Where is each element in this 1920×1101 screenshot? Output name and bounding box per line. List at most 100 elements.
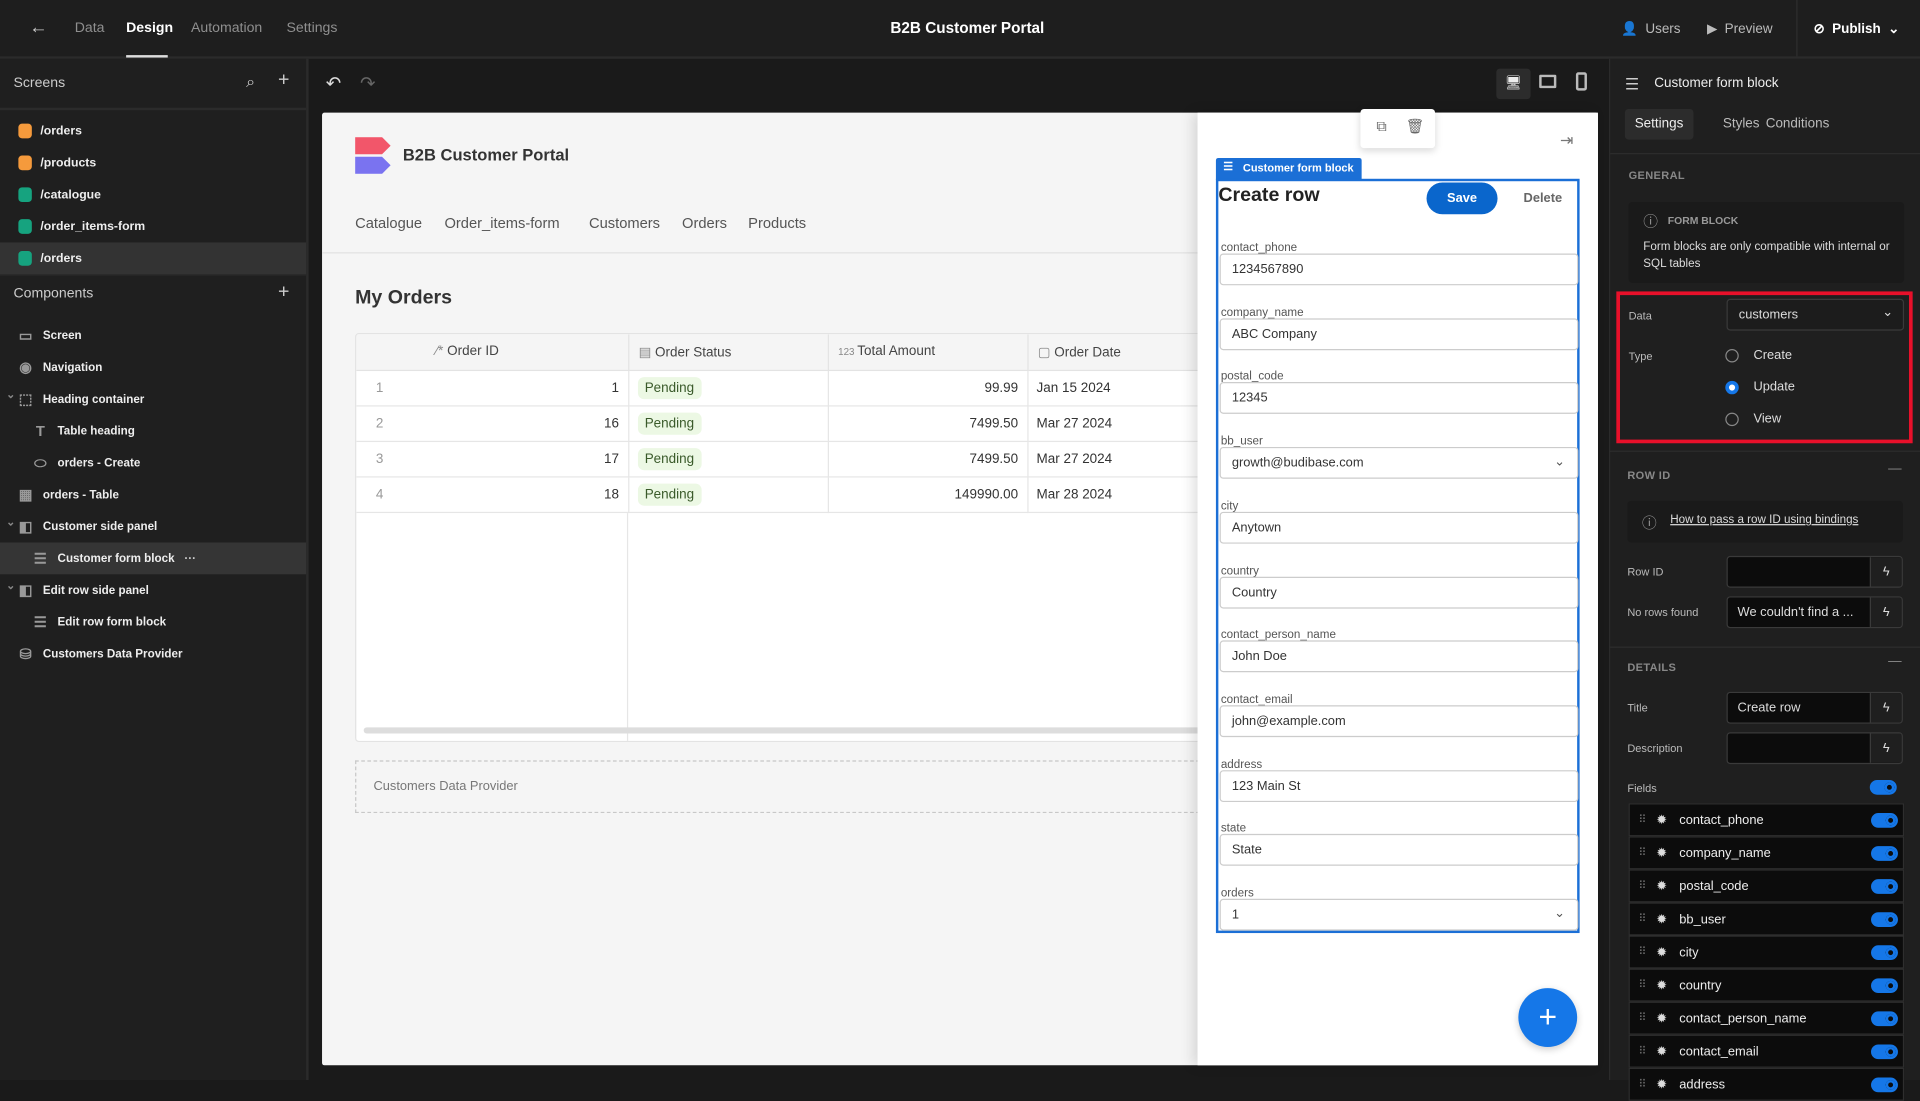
- row-id-help-link[interactable]: How to pass a row ID using bindings: [1670, 513, 1858, 526]
- drag-handle-icon[interactable]: ⠿: [1638, 912, 1646, 925]
- address-input[interactable]: 123 Main St: [1219, 769, 1579, 802]
- undo-icon[interactable]: ↶: [326, 72, 341, 94]
- drag-handle-icon[interactable]: ⠿: [1638, 1011, 1646, 1024]
- table-row[interactable]: 1 1 Pending 99.99 Jan 15 2024: [356, 369, 1212, 406]
- company-name-input[interactable]: ABC Company: [1219, 317, 1579, 350]
- field-toggle[interactable]: [1871, 912, 1898, 927]
- duplicate-icon[interactable]: ⧉: [1376, 118, 1387, 136]
- component-tree-item[interactable]: ⌄ ◧ Edit row side panel: [0, 574, 306, 606]
- tab-conditions[interactable]: Conditions: [1756, 109, 1839, 140]
- column-header-total-amount[interactable]: 123 Total Amount: [827, 334, 1028, 371]
- data-provider-placeholder[interactable]: Customers Data Provider: [355, 760, 1237, 814]
- component-tree-item[interactable]: ▦ orders - Table: [0, 479, 306, 511]
- drag-handle-icon[interactable]: ⠿: [1638, 945, 1646, 958]
- contact-phone-input[interactable]: 1234567890: [1219, 253, 1579, 286]
- gear-icon[interactable]: ✹: [1656, 1011, 1667, 1026]
- field-row[interactable]: ⠿ ✹ bb_user: [1628, 902, 1905, 936]
- field-row[interactable]: ⠿ ✹ postal_code: [1628, 869, 1905, 903]
- screen-item[interactable]: /orders: [0, 115, 306, 147]
- gear-icon[interactable]: ✹: [1656, 1044, 1667, 1059]
- component-tree-item[interactable]: ⌄ ◧ Customer side panel: [0, 511, 306, 543]
- lightning-bolt-icon[interactable]: ϟ: [1869, 597, 1902, 627]
- lightning-bolt-icon[interactable]: ϟ: [1869, 693, 1902, 723]
- nav-link-catalogue[interactable]: Catalogue: [355, 214, 422, 231]
- column-header-order-date[interactable]: ▢ Order Date: [1027, 334, 1212, 371]
- screen-item[interactable]: /orders: [0, 242, 307, 275]
- nav-link-products[interactable]: Products: [748, 214, 806, 231]
- screen-item[interactable]: /order_items-form: [0, 211, 306, 243]
- customer-form-block[interactable]: Create row Save Delete contact_phone 1234…: [1215, 178, 1580, 934]
- table-row[interactable]: 3 17 Pending 7499.50 Mar 27 2024: [356, 440, 1212, 477]
- save-button[interactable]: Save: [1426, 182, 1498, 215]
- tablet-view-icon[interactable]: [1539, 74, 1557, 89]
- component-tree-item[interactable]: ☰ Edit row form block: [0, 606, 306, 638]
- lightning-bolt-icon[interactable]: ϟ: [1869, 557, 1902, 587]
- bb-user-select[interactable]: growth@budibase.com ⌄: [1219, 447, 1579, 479]
- collapse-icon[interactable]: —: [1888, 462, 1901, 477]
- description-input[interactable]: ϟ: [1726, 732, 1903, 765]
- component-tree-item[interactable]: ☰ Customer form block ···: [0, 542, 307, 575]
- expand-chevron-icon[interactable]: ⌄: [6, 388, 15, 401]
- field-toggle[interactable]: [1871, 846, 1898, 861]
- drag-handle-icon[interactable]: ⠿: [1638, 1044, 1646, 1057]
- field-row[interactable]: ⠿ ✹ company_name: [1628, 836, 1905, 870]
- contact-email-input[interactable]: john@example.com: [1219, 705, 1579, 738]
- field-toggle[interactable]: [1871, 1011, 1898, 1027]
- field-toggle[interactable]: [1871, 1044, 1898, 1060]
- redo-icon[interactable]: ↷: [360, 72, 375, 94]
- title-input[interactable]: Create row ϟ: [1726, 691, 1903, 724]
- field-row[interactable]: ⠿ ✹ contact_email: [1628, 1034, 1905, 1068]
- collapse-icon[interactable]: —: [1888, 654, 1901, 669]
- component-tree-item[interactable]: ⛁ Customers Data Provider: [0, 638, 306, 670]
- screen-item[interactable]: /catalogue: [0, 179, 306, 211]
- more-options-icon[interactable]: ···: [184, 552, 196, 565]
- state-input[interactable]: State: [1219, 834, 1579, 867]
- add-fab-button[interactable]: +: [1518, 988, 1578, 1047]
- nav-link-order-items-form[interactable]: Order_items-form: [444, 214, 559, 231]
- data-source-select[interactable]: customers ⌄: [1726, 298, 1905, 331]
- gear-icon[interactable]: ✹: [1656, 1077, 1667, 1092]
- field-row[interactable]: ⠿ ✹ country: [1628, 968, 1905, 1002]
- field-toggle[interactable]: [1871, 945, 1898, 961]
- screen-item[interactable]: /products: [0, 147, 306, 179]
- orders-select[interactable]: 1 ⌄: [1219, 898, 1579, 931]
- field-toggle[interactable]: [1871, 813, 1898, 828]
- users-button[interactable]: 👤 Users: [1621, 21, 1680, 36]
- close-panel-icon[interactable]: ⇥: [1560, 131, 1573, 151]
- publish-button[interactable]: ⊘ Publish ⌄: [1813, 21, 1899, 36]
- desktop-view-icon[interactable]: 🖥: [1496, 68, 1531, 100]
- column-header-order-id[interactable]: ⁄* Order ID: [356, 334, 629, 371]
- no-rows-input[interactable]: We couldn't find a ... ϟ: [1726, 596, 1903, 629]
- field-row[interactable]: ⠿ ✹ contact_phone: [1628, 803, 1905, 837]
- mobile-view-icon[interactable]: [1575, 72, 1587, 91]
- field-row[interactable]: ⠿ ✹ contact_person_name: [1628, 1001, 1905, 1035]
- field-row[interactable]: ⠿ ✹ address: [1628, 1067, 1905, 1101]
- gear-icon[interactable]: ✹: [1656, 846, 1667, 861]
- component-tree-item[interactable]: T Table heading: [0, 415, 306, 447]
- expand-chevron-icon[interactable]: ⌄: [6, 579, 15, 592]
- horizontal-scrollbar[interactable]: [363, 727, 1209, 734]
- drag-handle-icon[interactable]: ⠿: [1638, 813, 1646, 826]
- column-header-order-status[interactable]: ▤ Order Status: [628, 334, 829, 371]
- delete-button[interactable]: Delete: [1512, 182, 1573, 214]
- gear-icon[interactable]: ✹: [1656, 879, 1667, 894]
- component-tree-item[interactable]: ⌄ ⬚ Heading container: [0, 383, 306, 415]
- drag-handle-icon[interactable]: ⠿: [1638, 846, 1646, 859]
- tab-settings[interactable]: Settings: [1624, 108, 1694, 140]
- component-tree-item[interactable]: ⬭ orders - Create: [0, 447, 306, 479]
- gear-icon[interactable]: ✹: [1656, 912, 1667, 927]
- drag-handle-icon[interactable]: ⠿: [1638, 879, 1646, 892]
- component-tree-item[interactable]: ▭ Screen: [0, 320, 306, 352]
- trash-icon[interactable]: 🗑: [1406, 118, 1425, 135]
- type-radio-update[interactable]: Update: [1725, 380, 1795, 394]
- row-id-input[interactable]: ϟ: [1726, 555, 1903, 588]
- field-toggle[interactable]: [1871, 879, 1898, 894]
- preview-button[interactable]: ▶ Preview: [1707, 21, 1773, 36]
- gear-icon[interactable]: ✹: [1656, 978, 1667, 993]
- type-radio-create[interactable]: Create: [1725, 348, 1792, 362]
- search-icon[interactable]: ⌕: [246, 72, 255, 92]
- drag-handle-icon[interactable]: ⠿: [1638, 978, 1646, 991]
- table-row[interactable]: 4 18 Pending 149990.00 Mar 28 2024: [356, 476, 1212, 513]
- lightning-bolt-icon[interactable]: ϟ: [1869, 733, 1902, 763]
- field-toggle[interactable]: [1871, 978, 1898, 994]
